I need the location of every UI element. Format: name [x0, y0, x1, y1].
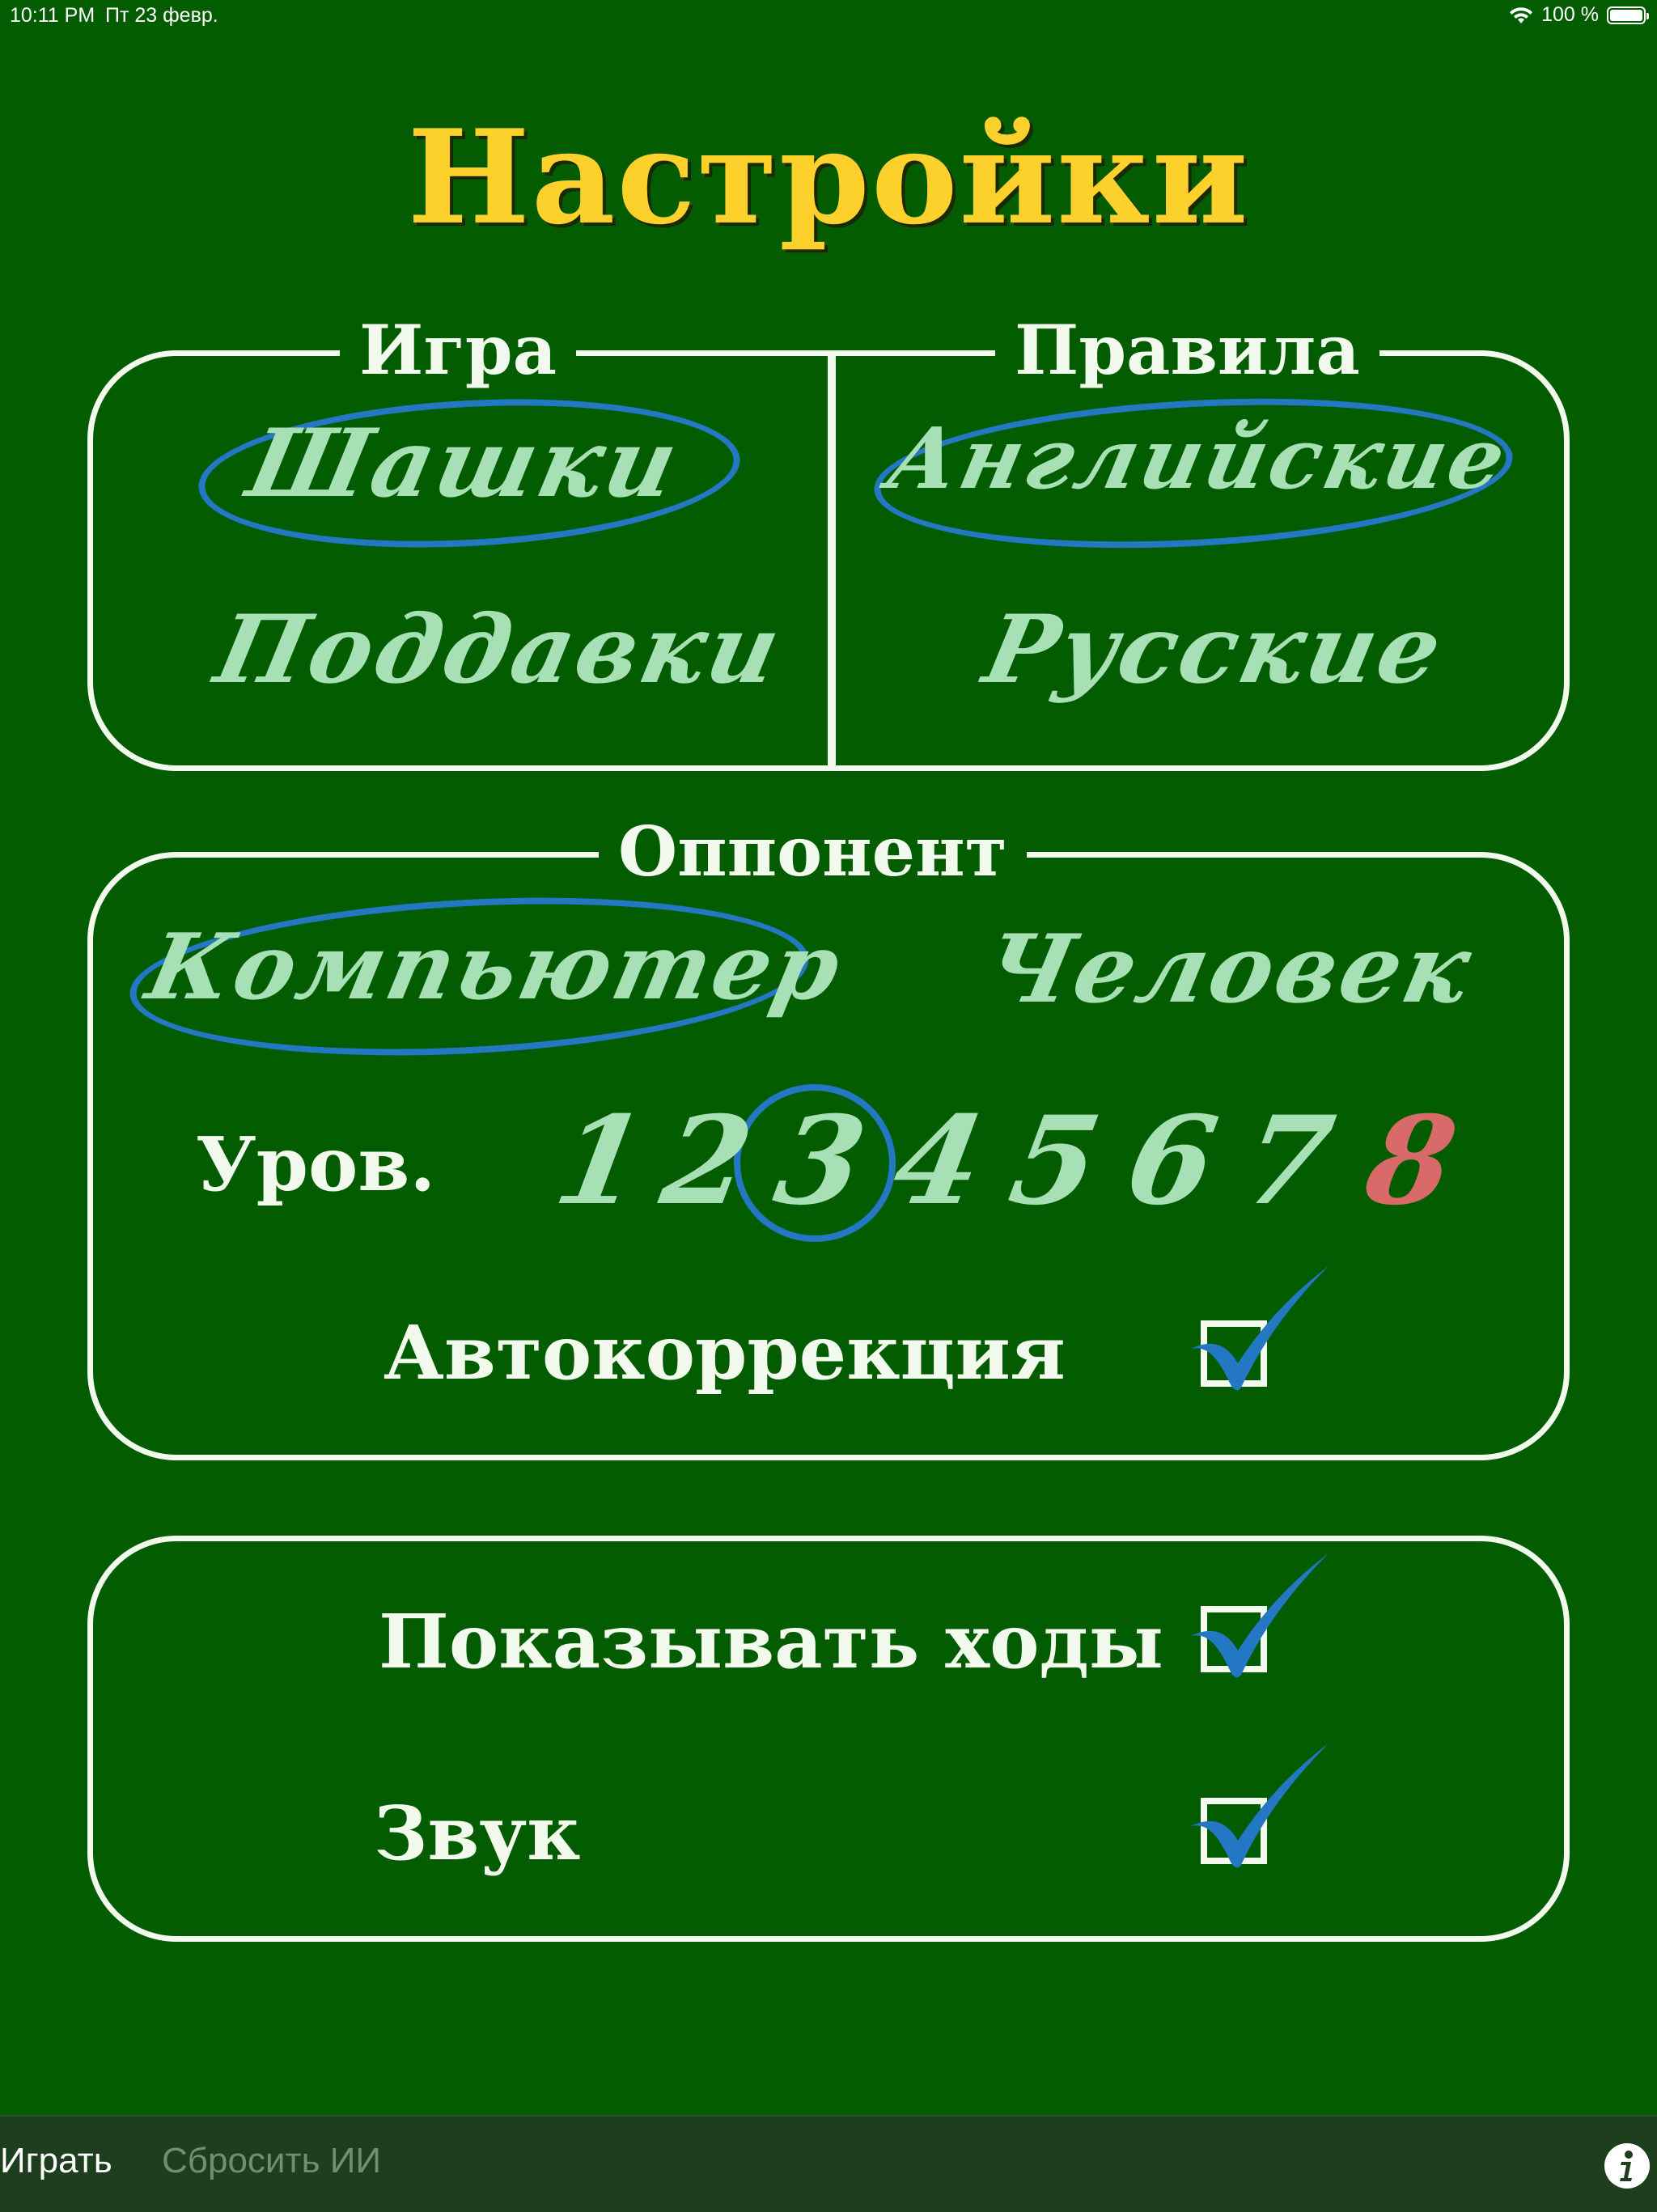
status-date: Пт 23 февр. — [105, 4, 218, 27]
rules-option-russian[interactable]: Русские — [976, 595, 1454, 705]
info-icon[interactable] — [1604, 2142, 1651, 2189]
rules-section-label: Правила — [995, 306, 1379, 395]
checkmark-icon — [1191, 1553, 1329, 1678]
status-bar: 10:11 PM Пт 23 февр. 100 % — [0, 0, 1657, 32]
opponent-section-label: Оппонент — [599, 807, 1027, 896]
game-option-checkers[interactable]: Шашки — [239, 409, 690, 519]
opponent-option-human[interactable]: Человек — [976, 914, 1483, 1024]
panel-divider — [828, 350, 836, 767]
game-section-label: Игра — [340, 306, 577, 395]
autocorrect-label: Автокоррекция — [384, 1309, 1066, 1396]
checkmark-icon — [1191, 1266, 1329, 1391]
status-right: 100 % — [1509, 3, 1649, 27]
play-button[interactable]: Играть — [0, 2141, 112, 2181]
level-label: Уров. — [196, 1121, 436, 1208]
bottom-toolbar: Играть Сбросить ИИ — [0, 2115, 1657, 2212]
status-time: 10:11 PM — [10, 4, 95, 27]
battery-percent: 100 % — [1541, 3, 1599, 26]
options-panel — [87, 1536, 1570, 1942]
game-option-giveaway[interactable]: Поддавки — [207, 595, 792, 705]
battery-icon — [1607, 6, 1649, 24]
show-moves-label: Показывать ходы — [379, 1598, 1163, 1685]
checkmark-icon — [1191, 1744, 1329, 1868]
wifi-icon — [1510, 6, 1533, 23]
sound-label: Звук — [374, 1790, 581, 1877]
opponent-option-computer[interactable]: Компьютер — [138, 914, 852, 1020]
rules-option-english[interactable]: Английские — [879, 409, 1517, 508]
reset-ai-button[interactable]: Сбросить ИИ — [162, 2141, 381, 2181]
page-title: Настройки — [407, 101, 1250, 253]
